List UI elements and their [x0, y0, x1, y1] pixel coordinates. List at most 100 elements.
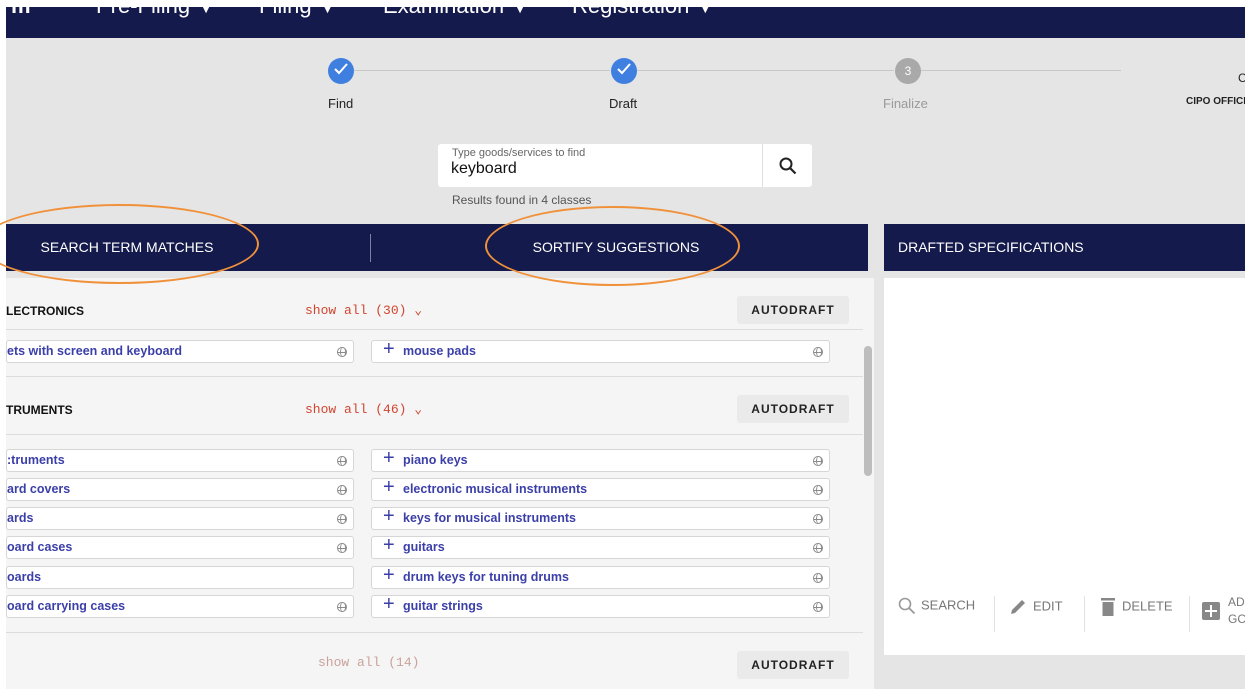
- autodraft-button[interactable]: AUTODRAFT: [737, 296, 849, 324]
- step-find-check-icon[interactable]: [328, 58, 354, 84]
- step-label-find: Find: [328, 96, 354, 111]
- stepper-line: [921, 70, 1121, 71]
- term-label: keys for musical instruments: [403, 511, 576, 525]
- drafted-specifications-header: DRAFTED SPECIFICATIONS: [884, 224, 1245, 271]
- search-button[interactable]: [762, 144, 812, 187]
- term-label: :truments: [7, 453, 65, 467]
- globe-icon: [813, 514, 823, 524]
- plus-icon: +: [383, 340, 395, 360]
- plus-icon: +: [383, 478, 395, 498]
- show-all-link[interactable]: show all (46) ⌄: [305, 402, 422, 417]
- term-match[interactable]: ets with screen and keyboard: [6, 340, 354, 363]
- delete-button[interactable]: DELETE: [1099, 597, 1173, 617]
- edit-button[interactable]: EDIT: [1008, 597, 1063, 617]
- term-label: drum keys for tuning drums: [403, 570, 569, 584]
- autodraft-button[interactable]: AUTODRAFT: [737, 651, 849, 679]
- term-match[interactable]: oard carrying cases: [6, 595, 354, 618]
- office-label: CIPO OFFICIA: [1186, 96, 1245, 107]
- term-label: mouse pads: [403, 344, 476, 358]
- term-match[interactable]: oard cases: [6, 536, 354, 559]
- tab-divider: [370, 234, 371, 262]
- nav-pre-filing-label: Pre-Filing: [96, 7, 190, 18]
- term-label: piano keys: [403, 453, 468, 467]
- add-goods-button[interactable]: [1202, 602, 1225, 620]
- results-count: Results found in 4 classes: [452, 193, 592, 207]
- term-match[interactable]: oards: [6, 566, 354, 589]
- top-nav: m Pre-Filing ▼ Filing ▼ Examination ▼ Regis…: [6, 7, 1245, 38]
- term-suggestion[interactable]: + guitars: [371, 536, 830, 559]
- term-suggestion[interactable]: + drum keys for tuning drums: [371, 566, 830, 589]
- scrollbar[interactable]: [864, 346, 872, 476]
- term-suggestion[interactable]: + piano keys: [371, 449, 830, 472]
- chevron-down-icon: ▼: [198, 7, 214, 17]
- term-label: ets with screen and keyboard: [7, 344, 183, 358]
- annotation-oval: [485, 206, 740, 286]
- divider: [994, 596, 995, 632]
- search-icon: [898, 597, 916, 615]
- app-logo[interactable]: m: [11, 7, 31, 19]
- nav-filing-label: Filing: [259, 7, 312, 18]
- globe-icon: [813, 456, 823, 466]
- step-label-finalize: Finalize: [883, 96, 928, 111]
- globe-icon: [337, 543, 347, 553]
- divider: [6, 329, 863, 330]
- show-all-link[interactable]: show all (30) ⌄: [305, 303, 422, 318]
- draft-actions-bar: SEARCH EDIT DELETE AD GC: [884, 582, 1245, 655]
- term-label: guitar strings: [403, 599, 483, 613]
- term-label: guitars: [403, 540, 445, 554]
- globe-icon: [337, 485, 347, 495]
- step-finalize-number[interactable]: 3: [895, 58, 921, 84]
- term-match[interactable]: ard covers: [6, 478, 354, 501]
- chevron-down-icon: ▼: [697, 7, 714, 17]
- term-label: ards: [7, 511, 34, 525]
- class-title: TRUMENTS: [6, 403, 73, 417]
- plus-icon: +: [383, 566, 395, 586]
- autodraft-button[interactable]: AUTODRAFT: [737, 395, 849, 423]
- nav-filing[interactable]: Filing ▼: [259, 7, 335, 19]
- globe-icon: [337, 456, 347, 466]
- term-label: oard cases: [7, 540, 73, 554]
- search-input[interactable]: [451, 160, 751, 178]
- nav-pre-filing[interactable]: Pre-Filing ▼: [96, 7, 214, 19]
- globe-icon: [337, 602, 347, 612]
- term-match[interactable]: ards: [6, 507, 354, 530]
- pencil-icon: [1011, 600, 1025, 614]
- search-spec-button[interactable]: SEARCH: [898, 597, 975, 615]
- chevron-down-icon: ⌄: [414, 402, 423, 417]
- nav-registration[interactable]: Registration ▼: [572, 7, 713, 19]
- stepper-line: [354, 70, 610, 71]
- term-suggestion[interactable]: + guitar strings: [371, 595, 830, 618]
- trash-icon: [1101, 598, 1115, 616]
- divider: [6, 632, 863, 633]
- nav-examination-label: Examination: [383, 7, 504, 18]
- divider: [1189, 596, 1190, 632]
- plus-icon: +: [383, 507, 395, 527]
- globe-icon: [813, 485, 823, 495]
- divider: [6, 434, 863, 435]
- class-title: LECTRONICS: [6, 304, 84, 318]
- divider: [6, 376, 863, 377]
- term-suggestion[interactable]: + keys for musical instruments: [371, 507, 830, 530]
- search-label: Type goods/services to find: [452, 147, 586, 159]
- globe-icon: [337, 347, 347, 357]
- show-all-link[interactable]: show all (14): [318, 655, 419, 670]
- globe-icon: [813, 347, 823, 357]
- search-icon: [779, 157, 796, 174]
- chevron-down-icon: ▼: [512, 7, 528, 17]
- nav-examination[interactable]: Examination ▼: [383, 7, 528, 19]
- term-suggestion[interactable]: + mouse pads: [371, 340, 830, 363]
- screenshot: m Pre-Filing ▼ Filing ▼ Examination ▼ Regis…: [0, 0, 1245, 693]
- step-draft-check-icon[interactable]: [611, 58, 637, 84]
- term-match[interactable]: :truments: [6, 449, 354, 472]
- add-box-icon: [1202, 602, 1220, 620]
- search-spec-label: SEARCH: [921, 597, 976, 613]
- add-goods-label-1: AD: [1228, 595, 1245, 609]
- window-bottom-edge: [0, 689, 1245, 693]
- stepper-line: [637, 70, 894, 71]
- plus-icon: +: [383, 595, 395, 615]
- term-suggestion[interactable]: + electronic musical instruments: [371, 478, 830, 501]
- results-list: LECTRONICS show all (30) ⌄ AUTODRAFT ets…: [6, 278, 874, 693]
- search-box: Type goods/services to find: [438, 144, 812, 187]
- edit-label: EDIT: [1033, 598, 1063, 614]
- chevron-down-icon: ⌄: [414, 303, 423, 318]
